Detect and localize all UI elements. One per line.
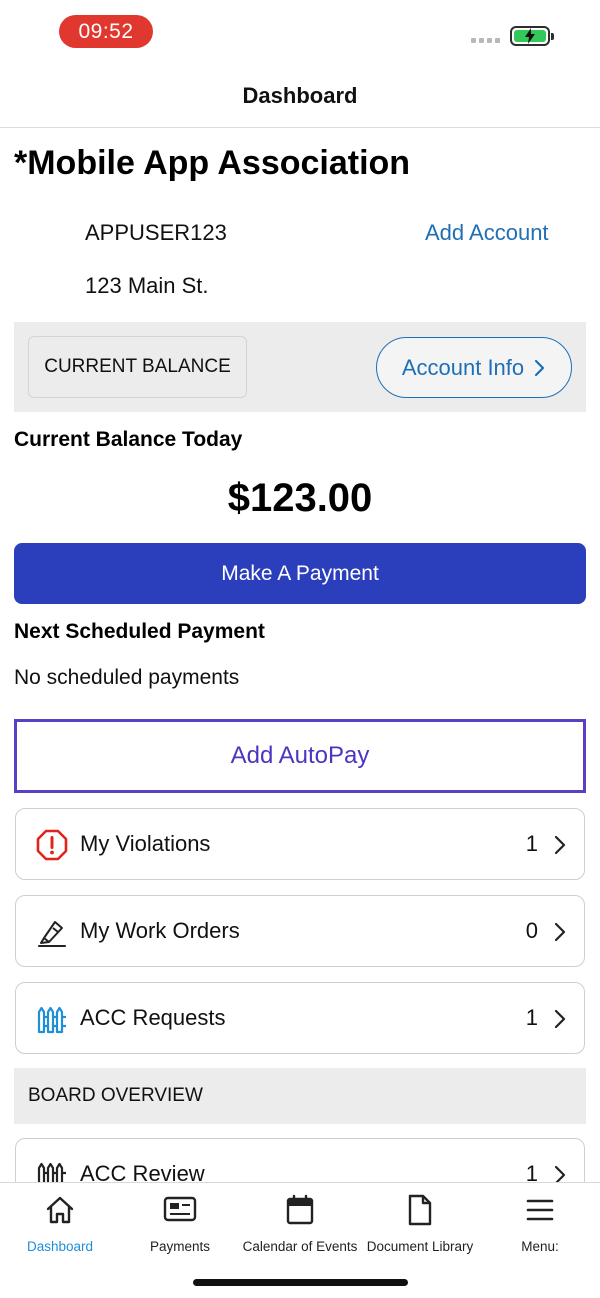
nav-header: Dashboard xyxy=(0,64,600,128)
current-balance-heading: Current Balance Today xyxy=(14,428,243,451)
payment-card-icon xyxy=(163,1196,197,1222)
row-label: My Violations xyxy=(80,831,211,856)
association-name: *Mobile App Association xyxy=(14,144,411,182)
menu-icon xyxy=(526,1199,554,1221)
tab-bar: Dashboard Payments Calendar of Events Do… xyxy=(0,1182,600,1298)
tab-label: Document Library xyxy=(366,1239,474,1254)
board-overview-label: BOARD OVERVIEW xyxy=(28,1085,203,1106)
row-count: 0 xyxy=(525,918,538,943)
home-icon xyxy=(46,1196,74,1224)
tab-label: Calendar of Events xyxy=(242,1239,358,1254)
home-indicator xyxy=(193,1279,408,1286)
row-label: My Work Orders xyxy=(80,918,240,943)
tab-menu[interactable]: Menu: xyxy=(480,1193,600,1254)
account-id: APPUSER123 xyxy=(85,220,227,245)
tab-label: Dashboard xyxy=(26,1239,94,1254)
work-orders-row[interactable]: My Work Orders 0 xyxy=(15,895,585,967)
document-icon xyxy=(408,1194,432,1226)
tab-calendar[interactable]: Calendar of Events xyxy=(240,1193,360,1254)
tab-label: Menu: xyxy=(521,1239,559,1254)
chevron-right-icon xyxy=(554,835,566,855)
row-label: ACC Requests xyxy=(80,1005,226,1030)
tab-payments[interactable]: Payments xyxy=(120,1193,240,1254)
tab-document-library[interactable]: Document Library xyxy=(360,1193,480,1254)
chevron-right-icon xyxy=(554,1009,566,1029)
board-overview-header: BOARD OVERVIEW xyxy=(14,1068,586,1124)
alert-octagon-icon xyxy=(36,829,68,861)
balance-amount: $123.00 xyxy=(227,476,373,520)
current-balance-tag: CURRENT BALANCE xyxy=(28,336,247,398)
status-bar: 09:52 xyxy=(0,0,600,64)
calendar-icon xyxy=(286,1194,314,1225)
violations-row[interactable]: My Violations 1 xyxy=(15,808,585,880)
add-autopay-button[interactable]: Add AutoPay xyxy=(14,719,586,793)
row-count: 1 xyxy=(525,1005,538,1030)
account-info-label: Account Info xyxy=(401,354,525,380)
account-address: 123 Main St. xyxy=(85,273,209,298)
acc-requests-row[interactable]: ACC Requests 1 xyxy=(15,982,585,1054)
page-title: Dashboard xyxy=(242,82,358,108)
signal-icon xyxy=(471,38,500,43)
battery-icon xyxy=(510,26,554,46)
pen-tool-icon xyxy=(38,921,66,947)
tab-label: Payments xyxy=(149,1239,211,1254)
status-time: 09:52 xyxy=(59,15,153,48)
row-count: 1 xyxy=(525,831,538,856)
next-scheduled-heading: Next Scheduled Payment xyxy=(14,620,265,643)
fence-icon xyxy=(37,1006,66,1034)
chevron-right-icon xyxy=(535,359,545,376)
scheduled-status: No scheduled payments xyxy=(14,666,240,689)
tab-dashboard[interactable]: Dashboard xyxy=(0,1193,120,1254)
balance-band: CURRENT BALANCE Account Info xyxy=(14,322,586,412)
account-info-button[interactable]: Account Info xyxy=(376,337,572,398)
make-payment-button[interactable]: Make A Payment xyxy=(14,543,586,604)
add-account-link[interactable]: Add Account xyxy=(425,220,549,246)
chevron-right-icon xyxy=(554,922,566,942)
